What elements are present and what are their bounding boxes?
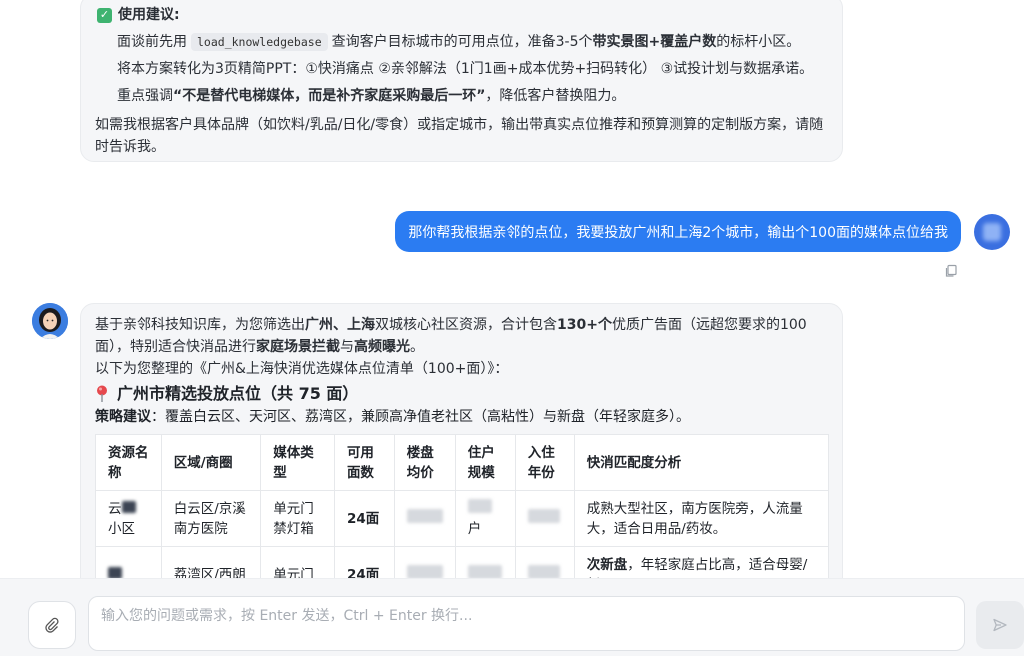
- user-avatar: [974, 213, 1010, 250]
- cell-area: 白云区/京溪南方医院: [160, 490, 262, 547]
- tip-title: 使用建议: [118, 7, 174, 23]
- tip-item-3: 重点强调“不是替代电梯媒体，而是补齐家庭采购最后一环”，降低客户替换阻力。: [117, 88, 626, 104]
- table-header-row: 资源名称 区域/商圈 媒体类型 可用面数 楼盘均价 住户规模 入住年份 快消匹配…: [95, 434, 830, 491]
- composer-bar: [0, 578, 1024, 656]
- cell-area: 荔湾区/西朗: [160, 546, 262, 578]
- paperclip-icon: [45, 617, 59, 633]
- cell-media: 单元门禁灯箱: [260, 490, 335, 547]
- chat-area: ✓ 使用建议: 面谈前先用 load_knowledgebase 查询客户目标城市的…: [0, 0, 1024, 578]
- col-header: 快消匹配度分析: [573, 434, 830, 491]
- section-heading: 广州市精选投放点位（共 75 面）: [95, 382, 828, 406]
- send-icon: [993, 618, 1007, 632]
- cell-analysis: 成熟大型社区，南方医院旁，人流量大，适合日用品/药妆。: [573, 490, 830, 547]
- cell-price-redacted: [393, 546, 456, 578]
- tip-heading: ✓ 使用建议:: [97, 3, 828, 27]
- col-header: 住户规模: [454, 434, 516, 491]
- closing-paragraph: 如需我根据客户具体品牌（如饮料/乳品/日化/零食）或指定城市，输出带真实点位推荐…: [95, 117, 824, 155]
- cell-name: [95, 546, 162, 578]
- col-header: 区域/商圈: [160, 434, 262, 491]
- attach-button[interactable]: [28, 601, 76, 649]
- cell-analysis: 次新盘，年轻家庭占比高，适合母婴/新: [573, 546, 830, 578]
- pin-icon: [97, 385, 107, 402]
- strategy-note: 策略建议：覆盖白云区、天河区、荔湾区，兼顾高净值老社区（高粘性）与新盘（年轻家庭…: [95, 409, 690, 425]
- user-message: 那你帮我根据亲邻的点位，我要投放广州和上海2个城市，输出个100面的媒体点位给我: [395, 211, 961, 252]
- message-input[interactable]: [88, 596, 965, 651]
- assistant-message: 基于亲邻科技知识库，为您筛选出广州、上海双城核心社区资源，合计包含130+个优质…: [80, 303, 843, 578]
- cell-households: 户: [454, 490, 516, 547]
- section-title: 广州市精选投放点位（共 75 面）: [117, 384, 359, 403]
- cell-media: 单元门: [260, 546, 335, 578]
- cell-count: 24面: [333, 490, 395, 547]
- cell-households-redacted: [454, 546, 516, 578]
- cell-price-redacted: [393, 490, 456, 547]
- inline-code: load_knowledgebase: [191, 33, 328, 51]
- col-header: 楼盘均价: [393, 434, 456, 491]
- send-button[interactable]: [976, 601, 1024, 649]
- assistant-avatar-image: [32, 303, 68, 339]
- cell-year-redacted: [514, 546, 575, 578]
- assistant-message-previous: ✓ 使用建议: 面谈前先用 load_knowledgebase 查询客户目标城市的…: [80, 0, 843, 162]
- intro-paragraph: 基于亲邻科技知识库，为您筛选出广州、上海双城核心社区资源，合计包含130+个优质…: [95, 317, 807, 355]
- col-header: 资源名称: [95, 434, 162, 491]
- col-header: 入住年份: [514, 434, 575, 491]
- assistant-avatar: [32, 303, 68, 339]
- cell-year-redacted: [514, 490, 575, 547]
- col-header: 媒体类型: [260, 434, 335, 491]
- table-row: 云 小区 白云区/京溪南方医院 单元门禁灯箱 24面 户 成熟大型社区，南方医院…: [95, 490, 830, 547]
- cell-name: 云 小区: [95, 490, 162, 547]
- col-header: 可用面数: [333, 434, 395, 491]
- user-message-row: 那你帮我根据亲邻的点位，我要投放广州和上海2个城市，输出个100面的媒体点位给我: [395, 211, 1010, 252]
- tip-item-1: 面谈前先用 load_knowledgebase 查询客户目标城市的可用点位，准备3…: [117, 33, 801, 51]
- copy-icon[interactable]: [944, 264, 958, 278]
- list-title: 以下为您整理的《广州&上海快消优选媒体点位清单（100+面）》：: [95, 361, 509, 377]
- cell-count: 24面: [333, 546, 395, 578]
- media-table: 资源名称 区域/商圈 媒体类型 可用面数 楼盘均价 住户规模 入住年份 快消匹配…: [95, 434, 830, 578]
- table-row: 荔湾区/西朗 单元门 24面 次新盘，年轻家庭占比高，适合母婴/新: [95, 546, 830, 578]
- check-icon: ✓: [97, 7, 112, 23]
- tip-item-2: 将本方案转化为3页精简PPT：①快消痛点 ②亲邻解法（1门1画+成本优势+扫码转…: [117, 61, 814, 77]
